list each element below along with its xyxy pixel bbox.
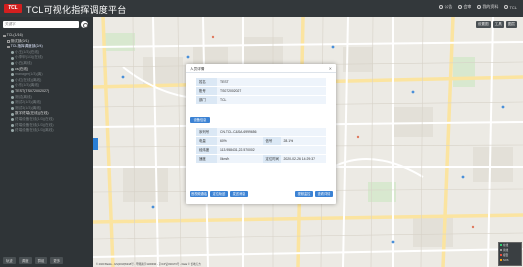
person-icon [11, 79, 14, 83]
expand-toggle-icon[interactable] [3, 34, 6, 38]
legend-swatch-offline [500, 249, 502, 251]
dialog-divider [186, 72, 336, 73]
legend-swatch-alarm [500, 254, 502, 256]
legend-swatch-online [500, 244, 502, 246]
map-toolbar: 设置图 工具 图层 [475, 21, 517, 28]
info-row-department: 部门 TCL [196, 96, 326, 105]
info-row-speed-time: 速度 0km/h 定位时间 2020-02-26 14:29:37 [196, 155, 326, 164]
view-details-button[interactable]: 查看详情 [315, 191, 333, 197]
device-info-table: 序列号 CN.TCL.C&SA.6999656 电量 60% 信号 28.1% … [196, 128, 326, 164]
tree-node[interactable]: 终端设备在线(1/3)(离线) [3, 128, 91, 134]
close-icon[interactable]: ✕ [329, 66, 332, 71]
person-icon [11, 123, 14, 127]
sidebar: 关键字 TCL(1/16) 测试部(0/1) TCL指挥调度部(2/4) 小王(1/3… [0, 17, 93, 267]
person-icon [11, 73, 14, 77]
footer-button-dispatch[interactable]: 调度 [18, 257, 32, 264]
user-menu-button[interactable]: TCL [504, 5, 517, 10]
person-icon [11, 112, 14, 116]
meeting-icon [458, 5, 463, 9]
user-icon [504, 5, 509, 9]
org-tree: TCL(1/16) 测试部(0/1) TCL指挥调度部(2/4) 小王(1/3)(在线… [3, 33, 91, 134]
sidebar-collapse-tab[interactable] [93, 138, 98, 150]
person-icon [11, 90, 14, 94]
profile-icon [477, 5, 482, 9]
map-attribution: © 2020 Baidu - GS(2019)5218号 - 甲测资字11009… [96, 263, 201, 266]
tcl-logo: TCL [4, 4, 22, 13]
video-call-button[interactable]: 音视频通话 [190, 191, 208, 197]
notice-button[interactable]: 公告 [439, 4, 452, 10]
device-info-button[interactable]: 设备信息 [190, 117, 210, 123]
search-icon[interactable] [81, 21, 88, 28]
tools-button[interactable]: 工具 [492, 21, 504, 28]
footer-button-track[interactable]: 轨迹 [3, 257, 16, 264]
video-monitor-button[interactable]: 视频监控 [295, 191, 313, 197]
tree-node-label: 终端设备在线(1/3)(离线) [15, 128, 54, 133]
app-title: TCL可视化指挥调度平台 [26, 5, 127, 15]
person-icon [11, 62, 14, 66]
person-info-table: 姓名 TEST 账号 TS072002027 部门 TCL [196, 78, 326, 105]
expand-toggle-icon[interactable] [7, 40, 10, 43]
footer-button-group[interactable]: 群组 [34, 257, 48, 264]
person-detail-dialog: 人员详情 ✕ 姓名 TEST 账号 TS072002027 部门 TCL 设备信… [186, 64, 336, 204]
person-icon [11, 67, 14, 71]
expand-toggle-icon[interactable] [7, 45, 10, 49]
info-row-name: 姓名 TEST [196, 78, 326, 87]
sidebar-footer: 轨迹 调度 群组 更多 [3, 257, 64, 264]
settings-map-button[interactable]: 设置图 [475, 21, 491, 28]
person-icon [11, 118, 14, 122]
legend-row-sos: SOS [499, 258, 521, 263]
layers-button[interactable]: 图层 [505, 21, 517, 28]
info-row-coords: 经纬度 113.958431,22.570002 [196, 146, 326, 155]
info-row-power-signal: 电量 60% 信号 28.1% [196, 137, 326, 146]
map-legend: 在线 离线 报警 SOS [498, 242, 522, 266]
track-button[interactable]: 定位轨迹 [210, 191, 228, 197]
footer-button-more[interactable]: 更多 [50, 257, 64, 264]
person-icon [11, 107, 14, 111]
info-row-account: 账号 TS072002027 [196, 87, 326, 96]
send-message-button[interactable]: 发送消息 [230, 191, 248, 197]
search-input[interactable]: 关键字 [3, 21, 79, 28]
person-icon [11, 84, 14, 88]
meeting-button[interactable]: 会审 [458, 4, 471, 10]
legend-swatch-sos [500, 259, 502, 261]
person-icon [11, 101, 14, 105]
person-icon [11, 56, 14, 60]
bell-icon [439, 5, 444, 9]
profile-button[interactable]: 我的资料 [477, 4, 498, 10]
person-icon [11, 129, 14, 133]
person-icon [11, 95, 14, 99]
header-actions: 公告 会审 我的资料 TCL [439, 4, 517, 10]
person-icon [11, 51, 14, 55]
info-row-serial: 序列号 CN.TCL.C&SA.6999656 [196, 128, 326, 137]
app-header: TCL TCL可视化指挥调度平台 公告 会审 我的资料 TCL [0, 0, 523, 17]
